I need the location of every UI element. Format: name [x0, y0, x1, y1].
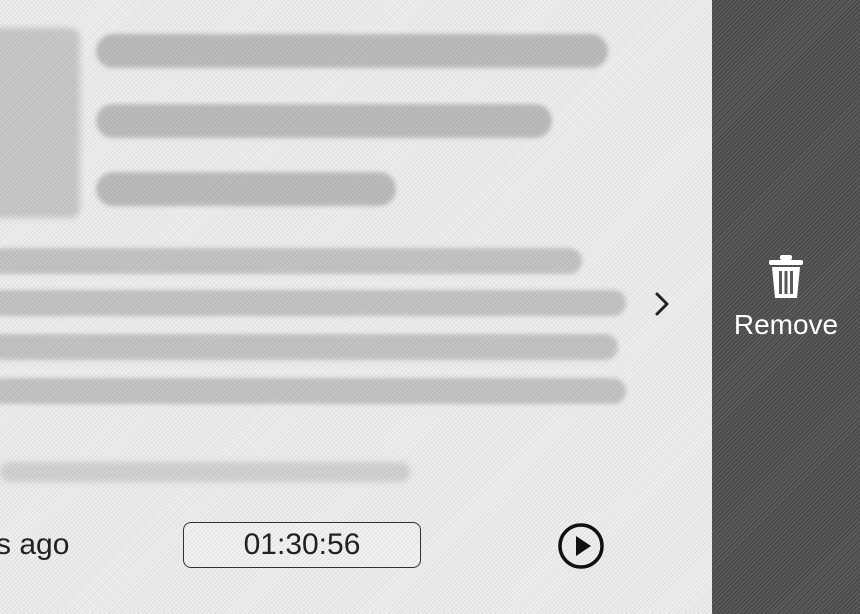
description-line-2	[0, 290, 626, 316]
episode-subline	[0, 462, 410, 482]
description-line-1	[0, 248, 582, 274]
chevron-right-icon[interactable]	[652, 290, 672, 318]
description-line-4	[0, 378, 626, 404]
published-time: s ago	[0, 528, 70, 561]
duration-badge: 01:30:56	[183, 522, 421, 568]
title-line-2	[96, 104, 552, 138]
remove-label: Remove	[733, 308, 839, 340]
episode-row[interactable]: s ago 01:30:56	[0, 0, 712, 614]
remove-button[interactable]: Remove	[712, 0, 860, 614]
trash-icon	[767, 254, 805, 305]
duration-text: 01:30:56	[243, 528, 361, 561]
title-line-1	[96, 34, 608, 68]
episode-artwork	[0, 28, 80, 218]
play-circle-icon	[558, 523, 604, 569]
title-line-3	[96, 172, 396, 206]
play-button[interactable]	[557, 522, 605, 570]
description-line-3	[0, 334, 618, 360]
